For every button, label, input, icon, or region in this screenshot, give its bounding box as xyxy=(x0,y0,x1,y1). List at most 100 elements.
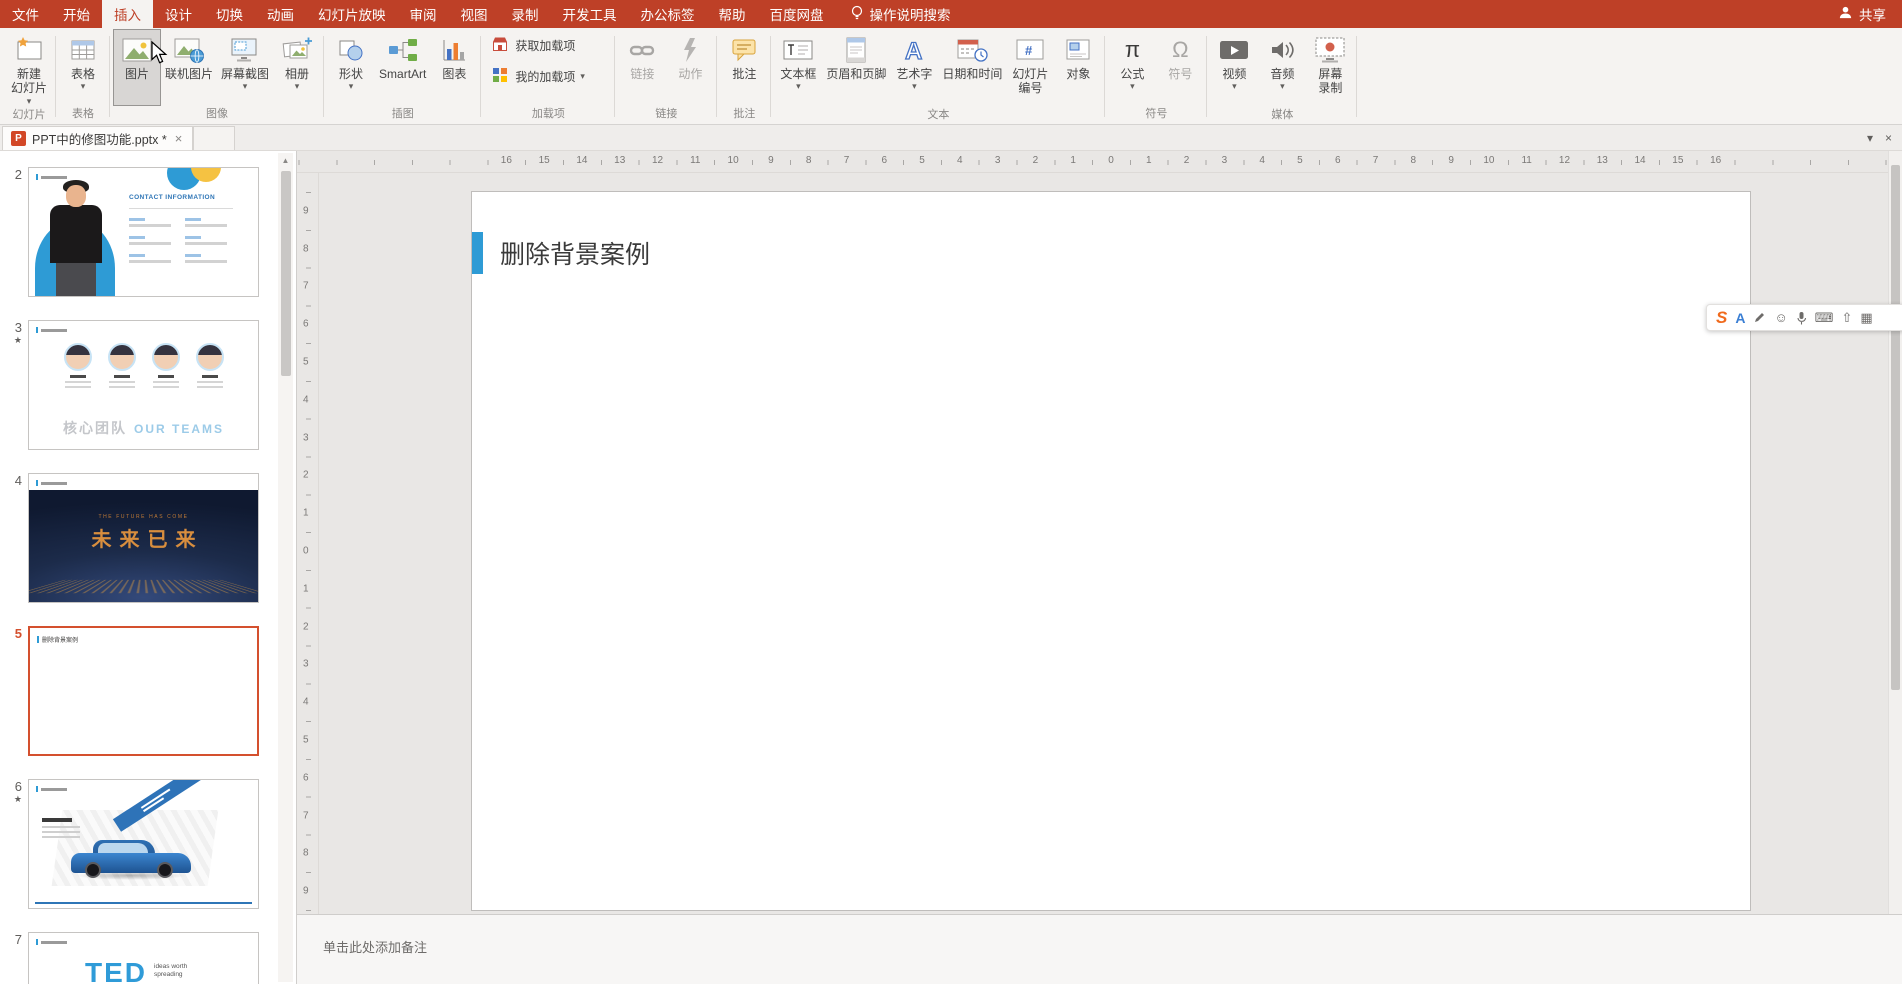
ruler-number: 8 xyxy=(1411,155,1417,166)
mic-icon[interactable] xyxy=(1796,311,1807,325)
tell-me-search[interactable]: 操作说明搜索 xyxy=(836,0,965,28)
menu-tab-design[interactable]: 设计 xyxy=(153,0,204,28)
picture-button[interactable]: 图片 xyxy=(113,29,161,106)
ribbon-tab-bar: 文件 开始 插入 设计 切换 动画 幻灯片放映 审阅 视图 录制 开发工具 办公… xyxy=(0,0,1902,28)
document-tab-title: PPT中的修图功能.pptx * xyxy=(32,129,167,148)
ted-logo-row: TED ideas worth spreading xyxy=(29,959,258,984)
editor-scrollbar[interactable] xyxy=(1888,151,1902,914)
my-addins-button[interactable]: 我的加载项 ▾ xyxy=(490,65,585,88)
video-icon xyxy=(1217,34,1251,66)
city-night-image: THE FUTURE HAS COME 未来已来 xyxy=(29,490,258,602)
ruler-number: 7 xyxy=(1373,155,1379,166)
tab-list-dropdown-icon[interactable]: ▾ xyxy=(1867,131,1873,145)
action-button: 动作 xyxy=(666,29,714,106)
ruler-number: 0 xyxy=(303,546,309,557)
ruler-number: 9 xyxy=(768,155,774,166)
ruler-number: 12 xyxy=(1559,155,1570,166)
notes-pane[interactable]: 单击此处添加备注 xyxy=(297,914,1902,984)
animation-star xyxy=(4,947,22,958)
menu-tab-record[interactable]: 录制 xyxy=(500,0,551,28)
menu-tab-insert[interactable]: 插入 xyxy=(102,0,153,28)
wordart-button[interactable]: A 艺术字 ▾ xyxy=(890,29,938,107)
sogou-logo-icon[interactable]: S xyxy=(1716,308,1727,328)
screen-recording-button[interactable]: 屏幕 录制 xyxy=(1306,29,1354,107)
menu-tab-review[interactable]: 审阅 xyxy=(398,0,449,28)
menu-tab-help[interactable]: 帮助 xyxy=(707,0,758,28)
menu-tab-baidu-netdisk[interactable]: 百度网盘 xyxy=(758,0,836,28)
keyboard-icon[interactable]: ⌨ xyxy=(1815,310,1834,326)
scrollbar-thumb[interactable] xyxy=(281,171,291,376)
textbox-button[interactable]: 文本框 ▾ xyxy=(774,29,822,107)
menu-tab-office-tab[interactable]: 办公标签 xyxy=(629,0,707,28)
online-pictures-button[interactable]: 联机图片 xyxy=(161,29,217,106)
avatar xyxy=(196,343,224,371)
scrollbar-thumb[interactable] xyxy=(1891,165,1900,690)
handwriting-icon[interactable]: ⇧ xyxy=(1842,310,1853,326)
scroll-up-icon[interactable]: ▲ xyxy=(282,153,290,165)
ruler-number: 6 xyxy=(303,319,309,330)
photo-album-button[interactable]: 相册 ▾ xyxy=(273,29,321,106)
slide-thumbnail-6[interactable]: 6 ★ xyxy=(4,779,274,909)
equation-button[interactable]: π 公式 ▾ xyxy=(1108,29,1156,106)
pen-icon[interactable] xyxy=(1753,311,1766,324)
ruler-number: 12 xyxy=(652,155,663,166)
menu-tab-view[interactable]: 视图 xyxy=(449,0,500,28)
screenshot-button[interactable]: 屏幕截图 ▾ xyxy=(217,29,273,106)
ruler-number: 2 xyxy=(303,470,309,481)
audio-button[interactable]: 音频 ▾ xyxy=(1258,29,1306,107)
horizontal-ruler: 1615141312111098765432101234567891011121… xyxy=(297,151,1888,173)
new-slide-button[interactable]: 新建 幻灯片 ▾ xyxy=(5,29,53,107)
tab-close-icon[interactable]: × xyxy=(173,131,185,146)
thumbnails-scrollbar[interactable]: ▲ xyxy=(278,153,293,982)
thumbnail-frame xyxy=(28,779,259,909)
table-button[interactable]: 表格 ▾ xyxy=(59,29,107,106)
video-button[interactable]: 视频 ▾ xyxy=(1210,29,1258,107)
menu-tab-slideshow[interactable]: 幻灯片放映 xyxy=(306,0,398,28)
get-addins-button[interactable]: 获取加载项 xyxy=(490,34,575,57)
slide-title-placeholder[interactable]: 删除背景案例 xyxy=(472,232,650,274)
menu-tab-home[interactable]: 开始 xyxy=(51,0,102,28)
person-icon xyxy=(1838,5,1853,23)
animation-star xyxy=(4,641,22,652)
document-tab-bar: P PPT中的修图功能.pptx * × ▾ × xyxy=(0,125,1902,151)
text-placeholder-lines xyxy=(129,218,241,263)
ruler-number: 3 xyxy=(995,155,1001,166)
editor-canvas: 删除背景案例 xyxy=(297,173,1888,914)
ime-toolbar[interactable]: S A ☺ ⌨ ⇧ ▦ xyxy=(1706,304,1902,331)
slide-number-icon: # xyxy=(1013,34,1047,66)
menu-tab-developer[interactable]: 开发工具 xyxy=(551,0,629,28)
emoji-icon[interactable]: ☺ xyxy=(1774,310,1787,325)
slide-canvas[interactable]: 删除背景案例 xyxy=(471,191,1751,911)
comment-button[interactable]: 批注 xyxy=(720,29,768,106)
city-lights xyxy=(28,580,259,593)
chart-icon xyxy=(439,34,469,66)
vertical-ruler: 9876543210123456789 xyxy=(297,173,319,914)
share-button[interactable]: 共享 xyxy=(1838,4,1886,24)
slide-number: 7 xyxy=(4,932,22,947)
slide-number: 2 xyxy=(4,167,22,182)
slide-number-button[interactable]: # 幻灯片 编号 xyxy=(1006,29,1054,107)
font-icon[interactable]: A xyxy=(1735,310,1745,326)
menu-tab-transitions[interactable]: 切换 xyxy=(204,0,255,28)
menu-tab-animations[interactable]: 动画 xyxy=(255,0,306,28)
store-icon xyxy=(490,34,510,57)
slide-thumbnail-4[interactable]: 4 THE FUTURE HAS COME 未来已来 xyxy=(4,473,274,603)
slide-thumbnail-3[interactable]: 3 ★ 核心团队OUR TEAMS xyxy=(4,320,274,450)
toolbox-icon[interactable]: ▦ xyxy=(1860,310,1872,326)
smartart-button[interactable]: SmartArt xyxy=(375,29,430,106)
header-footer-button[interactable]: 页眉和页脚 xyxy=(822,29,890,107)
ribbon-group-media: 视频 ▾ 音频 ▾ 屏幕 录制 媒体 xyxy=(1207,29,1357,124)
slide-thumbnail-2[interactable]: 2 CONTACT INFORMATION xyxy=(4,167,274,297)
table-icon xyxy=(68,34,98,66)
slide-thumbnail-7[interactable]: 7 TED ideas worth spreading xyxy=(4,932,274,984)
document-tab[interactable]: P PPT中的修图功能.pptx * × xyxy=(2,126,193,150)
menu-tab-file[interactable]: 文件 xyxy=(0,0,51,28)
ruler-number: 16 xyxy=(1710,155,1721,166)
tab-bar-close-icon[interactable]: × xyxy=(1885,131,1892,145)
slide-thumbnail-5[interactable]: 5 删除背景案例 xyxy=(4,626,274,756)
empty-document-tab[interactable] xyxy=(193,126,235,150)
shapes-button[interactable]: 形状 ▾ xyxy=(327,29,375,106)
object-button[interactable]: 对象 xyxy=(1054,29,1102,107)
datetime-button[interactable]: 日期和时间 xyxy=(938,29,1006,107)
chart-button[interactable]: 图表 xyxy=(430,29,478,106)
